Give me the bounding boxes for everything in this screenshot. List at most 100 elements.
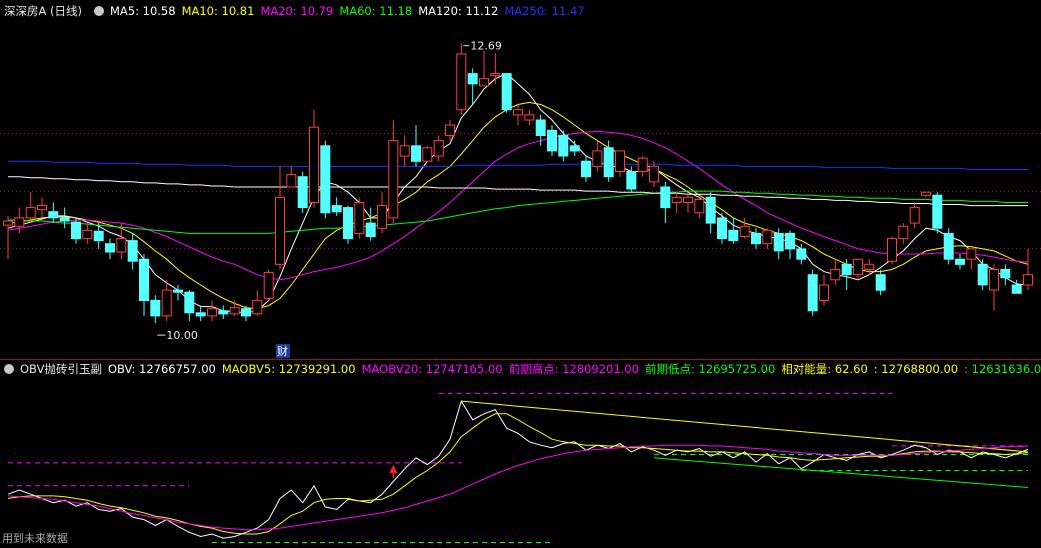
candle-body [71, 221, 81, 240]
candle [807, 269, 818, 316]
candle-body [173, 289, 183, 293]
candle-body [932, 194, 943, 229]
candle-body [909, 207, 920, 224]
candle-body [275, 196, 285, 265]
candle [320, 140, 331, 218]
candle [615, 150, 625, 177]
candle-body [150, 299, 161, 317]
candle [717, 212, 727, 244]
ma-line-ma250 [8, 160, 1028, 170]
settings-circle-icon[interactable] [94, 6, 104, 16]
candle-body [977, 263, 988, 286]
candle-body [14, 217, 25, 227]
candle [592, 140, 603, 172]
obv-legend-item-3: 前期高点: 12809201.00 [508, 362, 639, 376]
candle-body [898, 225, 909, 240]
ma-legend-item-3: MA60: 11.18 [339, 4, 413, 18]
candle-body [320, 145, 331, 214]
candle-body [547, 129, 557, 152]
candle [977, 259, 988, 291]
candle [853, 258, 863, 280]
candle-body [377, 205, 387, 229]
candle-body [139, 258, 149, 302]
candle [683, 192, 693, 213]
candle-body [3, 220, 13, 226]
trend-line [461, 400, 1029, 453]
candle-body [207, 308, 217, 317]
candle [705, 192, 716, 234]
obv-indicator-chart[interactable] [0, 360, 1041, 548]
candle-body [535, 119, 546, 136]
ma-legend-item-4: MA120: 11.12 [418, 4, 499, 18]
candle-body [37, 205, 47, 211]
candle [1000, 264, 1011, 285]
candle [150, 295, 161, 324]
candle [841, 259, 852, 291]
obv-legend-item-0: OBV: 12766757.00 [107, 362, 216, 376]
indicator-title: OBV抛砖引玉副 [20, 362, 102, 376]
candle [263, 269, 274, 301]
candle-body [660, 186, 671, 209]
candle [14, 207, 25, 234]
candle-body [365, 222, 376, 238]
candle [785, 230, 795, 260]
settings-circle-icon[interactable] [4, 364, 14, 374]
ma-legend-item-2: MA20: 10.79 [260, 4, 334, 18]
candle-body [943, 232, 954, 260]
candle [569, 140, 580, 157]
candle [127, 233, 138, 270]
ma-legend-items: MA5: 10.58 MA10: 10.81 MA20: 10.79 MA60: 11… [110, 4, 591, 18]
buy-signal-arrow-icon [389, 464, 398, 473]
candle [751, 228, 761, 249]
candle [898, 223, 909, 244]
candle-body [252, 299, 263, 315]
candle [388, 119, 399, 224]
price-chart[interactable]: 12.69 10.00 财 [0, 0, 1041, 360]
candle [286, 166, 297, 188]
candle [105, 238, 115, 260]
candle [195, 305, 206, 322]
candle [93, 223, 104, 249]
candle-body [286, 174, 297, 188]
candle [411, 125, 421, 167]
candle [581, 156, 591, 182]
candle-body [637, 157, 648, 173]
candle [739, 217, 750, 239]
ma-legend-item-0: MA5: 10.58 [110, 4, 176, 18]
candle-body [728, 229, 739, 242]
finance-badge-label: 财 [277, 344, 288, 358]
candle [467, 68, 478, 105]
candle-body [569, 145, 580, 152]
stock-title: 深深房A (日线) [4, 4, 82, 18]
candle [25, 192, 36, 224]
candle [989, 264, 999, 311]
candle [82, 223, 93, 244]
candle [309, 109, 319, 208]
candle-body [683, 196, 693, 204]
candle [3, 215, 13, 260]
candle-body [592, 150, 603, 167]
candle-body [127, 240, 138, 262]
obv-legend-item-4: 前期低点: 12695725.00 [644, 362, 776, 376]
candle [819, 274, 829, 306]
candle-body [229, 307, 240, 315]
candle [59, 207, 70, 229]
candle [252, 290, 263, 316]
future-data-notice: 用到未来数据 [2, 532, 68, 545]
candle-body [116, 238, 127, 253]
candle-body [705, 196, 716, 224]
indicator-legend: OBV抛砖引玉副 OBV: 12766757.00 MAOBV5: 12739291… [0, 360, 1041, 378]
candle-body [105, 243, 115, 253]
candle-body [739, 225, 750, 237]
candle [479, 50, 489, 87]
candle [943, 228, 954, 265]
candle-body [161, 289, 172, 317]
candle-body [354, 202, 365, 234]
candle-body [558, 134, 569, 157]
candle [377, 192, 387, 234]
candle [955, 254, 965, 270]
candle [433, 135, 444, 162]
candle [558, 130, 569, 162]
candle-body [297, 176, 308, 209]
candle-body [411, 145, 421, 162]
